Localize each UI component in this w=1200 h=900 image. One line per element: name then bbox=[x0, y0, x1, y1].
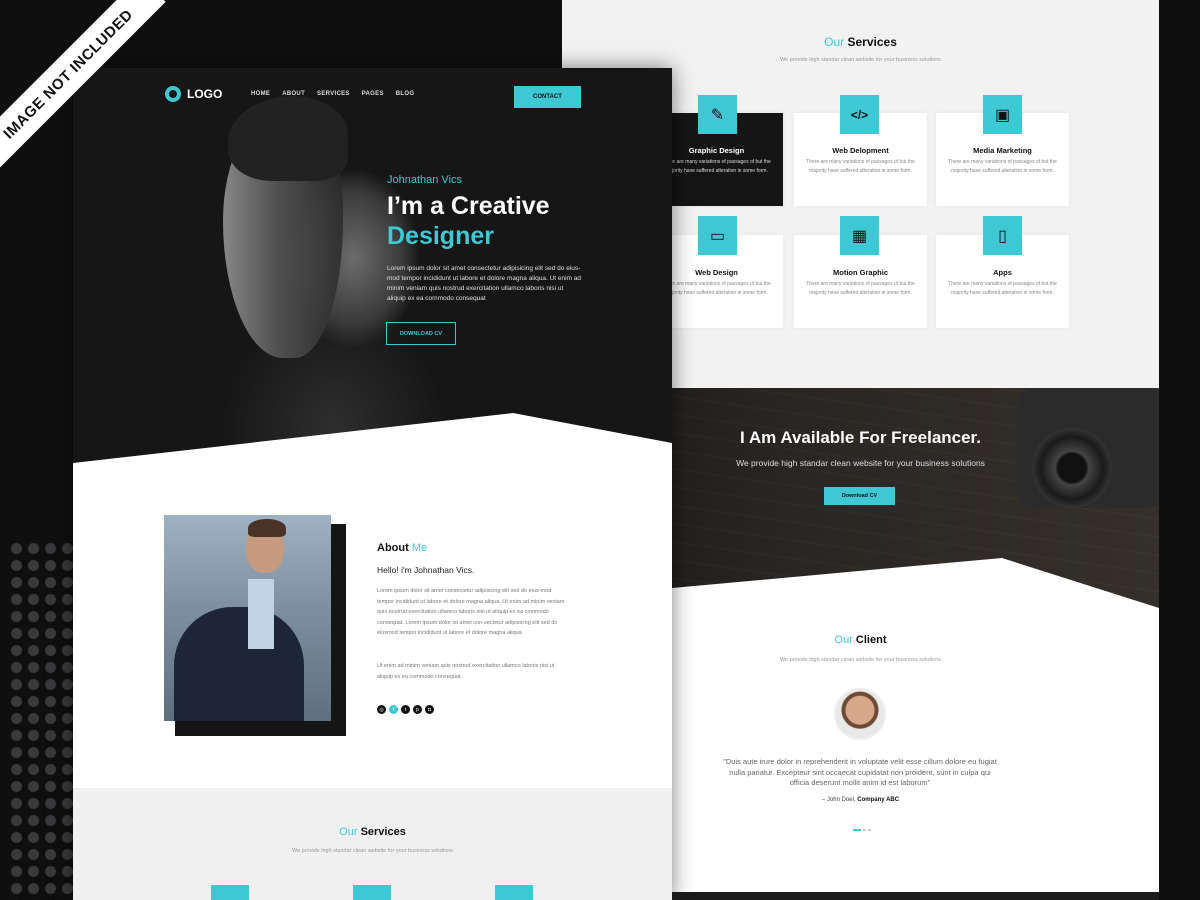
monitor-icon: ▭ bbox=[698, 216, 737, 255]
services-subtitle: We provide high standar clean website fo… bbox=[779, 57, 941, 63]
mockup-stage: IMAGE NOT INCLUDED Our Services We provi… bbox=[0, 0, 1200, 900]
twitter-icon[interactable]: t bbox=[401, 705, 410, 714]
site-logo[interactable]: LOGO bbox=[165, 86, 222, 102]
pager-dot[interactable] bbox=[868, 829, 871, 831]
left-page: LOGO HOME ABOUT SERVICES PAGES BLOG CONT… bbox=[73, 68, 672, 900]
logo-ring-icon bbox=[165, 86, 181, 102]
client-quote: "Duis aute irure dolor in reprehenderit … bbox=[723, 757, 997, 787]
services-title: Our Services bbox=[824, 35, 897, 49]
nav-home[interactable]: HOME bbox=[251, 91, 270, 97]
phone-icon: ▯ bbox=[983, 216, 1022, 255]
hero-description: Lorem ipsum dolor sit amet consectetur a… bbox=[387, 265, 582, 302]
nav-blog[interactable]: BLOG bbox=[396, 91, 415, 97]
briefcase-icon bbox=[495, 885, 533, 900]
pinterest-icon[interactable]: p bbox=[413, 705, 422, 714]
services-title-left: Our Services bbox=[339, 826, 406, 838]
code-icon: </> bbox=[840, 95, 879, 134]
code-icon bbox=[353, 885, 391, 900]
social-links: ◎ f t p ◘ bbox=[377, 705, 434, 714]
facebook-icon[interactable]: f bbox=[389, 705, 398, 714]
pager-dot-active[interactable] bbox=[853, 829, 861, 831]
hero-portrait-hair bbox=[228, 96, 348, 181]
about-title: About Me bbox=[377, 542, 428, 554]
hero-title-line2: Designer bbox=[387, 222, 494, 250]
instagram-icon[interactable]: ◘ bbox=[425, 705, 434, 714]
about-paragraph-1: Lorem ipsum dolor sit amet consectetur a… bbox=[377, 588, 565, 636]
nav-about[interactable]: ABOUT bbox=[282, 91, 305, 97]
contact-button[interactable]: CONTACT bbox=[514, 86, 581, 108]
decorative-dot-pattern bbox=[8, 540, 78, 900]
hero-title-line1: I’m a Creative bbox=[387, 192, 550, 220]
briefcase-icon: ▣ bbox=[983, 95, 1022, 134]
hero-name: Johnathan Vics bbox=[387, 174, 463, 186]
testimonial-pager[interactable] bbox=[853, 829, 871, 831]
services-subtitle-left: We provide high standar clean website fo… bbox=[291, 848, 453, 854]
pager-dot[interactable] bbox=[863, 829, 866, 831]
about-paragraph-2: Ut enim ad minim veniam quis nostrud exe… bbox=[377, 663, 555, 680]
film-icon: ▦ bbox=[840, 216, 879, 255]
hero-section: LOGO HOME ABOUT SERVICES PAGES BLOG CONT… bbox=[73, 68, 672, 468]
brush-icon: ✎ bbox=[698, 95, 737, 134]
about-photo-suit bbox=[174, 607, 304, 721]
nav-pages[interactable]: PAGES bbox=[362, 91, 384, 97]
about-photo bbox=[164, 515, 331, 721]
main-nav: HOME ABOUT SERVICES PAGES BLOG bbox=[251, 91, 414, 97]
freelance-download-cv-button[interactable]: Download CV bbox=[824, 487, 895, 505]
hero-download-cv-button[interactable]: DOWNLOAD CV bbox=[386, 322, 456, 345]
about-greeting: Hello! i'm Johnathan Vics. bbox=[377, 565, 475, 575]
about-photo-hair bbox=[248, 519, 286, 537]
about-photo-shirt bbox=[248, 579, 274, 649]
nav-services[interactable]: SERVICES bbox=[317, 91, 350, 97]
dribbble-icon[interactable]: ◎ bbox=[377, 705, 386, 714]
client-avatar bbox=[834, 688, 886, 740]
next-section-peek bbox=[672, 892, 1159, 900]
services-section: Our Services We provide high standar cle… bbox=[73, 788, 672, 900]
brush-icon bbox=[211, 885, 249, 900]
